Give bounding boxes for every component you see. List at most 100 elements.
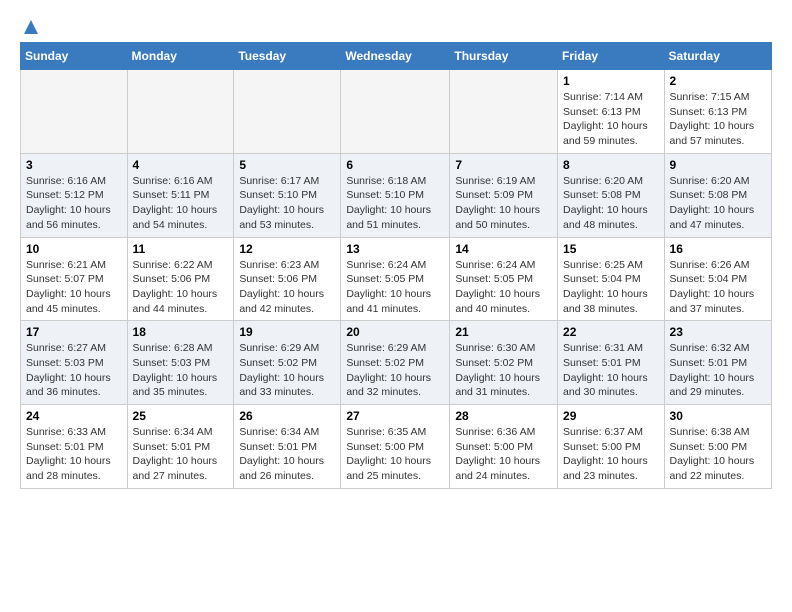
- day-number: 10: [26, 242, 122, 256]
- calendar-cell: 23 Sunrise: 6:32 AM Sunset: 5:01 PM Dayli…: [664, 321, 771, 405]
- calendar-cell: 22 Sunrise: 6:31 AM Sunset: 5:01 PM Dayli…: [558, 321, 665, 405]
- week-row-5: 24 Sunrise: 6:33 AM Sunset: 5:01 PM Dayli…: [21, 405, 772, 489]
- day-number: 22: [563, 325, 659, 339]
- day-info: Sunrise: 6:25 AM Sunset: 5:04 PM Dayligh…: [563, 259, 648, 315]
- weekday-header-wednesday: Wednesday: [341, 43, 450, 70]
- day-info: Sunrise: 6:26 AM Sunset: 5:04 PM Dayligh…: [670, 259, 755, 315]
- calendar-cell: [450, 70, 558, 154]
- calendar-cell: 12 Sunrise: 6:23 AM Sunset: 5:06 PM Dayli…: [234, 237, 341, 321]
- calendar-cell: 28 Sunrise: 6:36 AM Sunset: 5:00 PM Dayli…: [450, 405, 558, 489]
- day-number: 20: [346, 325, 444, 339]
- calendar-cell: 1Sunrise: 7:14 AM Sunset: 6:13 PM Daylig…: [558, 70, 665, 154]
- weekday-header-friday: Friday: [558, 43, 665, 70]
- day-number: 11: [133, 242, 229, 256]
- week-row-3: 10Sunrise: 6:21 AM Sunset: 5:07 PM Dayli…: [21, 237, 772, 321]
- day-info: Sunrise: 6:33 AM Sunset: 5:01 PM Dayligh…: [26, 426, 111, 482]
- day-number: 19: [239, 325, 335, 339]
- calendar-cell: 13 Sunrise: 6:24 AM Sunset: 5:05 PM Dayli…: [341, 237, 450, 321]
- calendar-cell: [341, 70, 450, 154]
- day-number: 23: [670, 325, 766, 339]
- day-info: Sunrise: 6:35 AM Sunset: 5:00 PM Dayligh…: [346, 426, 431, 482]
- day-info: Sunrise: 6:36 AM Sunset: 5:00 PM Dayligh…: [455, 426, 540, 482]
- calendar-cell: 19 Sunrise: 6:29 AM Sunset: 5:02 PM Dayli…: [234, 321, 341, 405]
- calendar-cell: [127, 70, 234, 154]
- day-number: 28: [455, 409, 552, 423]
- day-number: 21: [455, 325, 552, 339]
- day-info: Sunrise: 6:34 AM Sunset: 5:01 PM Dayligh…: [133, 426, 218, 482]
- day-number: 6: [346, 158, 444, 172]
- day-info: Sunrise: 6:24 AM Sunset: 5:05 PM Dayligh…: [346, 259, 431, 315]
- calendar-cell: 6 Sunrise: 6:18 AM Sunset: 5:10 PM Daylig…: [341, 153, 450, 237]
- weekday-header-saturday: Saturday: [664, 43, 771, 70]
- calendar-cell: 4Sunrise: 6:16 AM Sunset: 5:11 PM Daylig…: [127, 153, 234, 237]
- calendar-cell: 11 Sunrise: 6:22 AM Sunset: 5:06 PM Dayli…: [127, 237, 234, 321]
- calendar-cell: 7 Sunrise: 6:19 AM Sunset: 5:09 PM Daylig…: [450, 153, 558, 237]
- day-number: 9: [670, 158, 766, 172]
- calendar-cell: 29 Sunrise: 6:37 AM Sunset: 5:00 PM Dayli…: [558, 405, 665, 489]
- day-number: 12: [239, 242, 335, 256]
- day-number: 26: [239, 409, 335, 423]
- day-number: 5: [239, 158, 335, 172]
- day-number: 13: [346, 242, 444, 256]
- day-info: Sunrise: 6:20 AM Sunset: 5:08 PM Dayligh…: [563, 175, 648, 231]
- calendar-cell: 9Sunrise: 6:20 AM Sunset: 5:08 PM Daylig…: [664, 153, 771, 237]
- day-info: Sunrise: 6:37 AM Sunset: 5:00 PM Dayligh…: [563, 426, 648, 482]
- day-info: Sunrise: 6:16 AM Sunset: 5:12 PM Dayligh…: [26, 175, 111, 231]
- calendar-cell: 21 Sunrise: 6:30 AM Sunset: 5:02 PM Dayli…: [450, 321, 558, 405]
- calendar-cell: 3 Sunrise: 6:16 AM Sunset: 5:12 PM Daylig…: [21, 153, 128, 237]
- calendar-table: SundayMondayTuesdayWednesdayThursdayFrid…: [20, 42, 772, 489]
- calendar-cell: 25 Sunrise: 6:34 AM Sunset: 5:01 PM Dayli…: [127, 405, 234, 489]
- day-number: 8: [563, 158, 659, 172]
- week-row-4: 17Sunrise: 6:27 AM Sunset: 5:03 PM Dayli…: [21, 321, 772, 405]
- day-info: Sunrise: 7:15 AM Sunset: 6:13 PM Dayligh…: [670, 91, 755, 147]
- day-info: Sunrise: 6:38 AM Sunset: 5:00 PM Dayligh…: [670, 426, 755, 482]
- calendar-cell: 5 Sunrise: 6:17 AM Sunset: 5:10 PM Daylig…: [234, 153, 341, 237]
- day-info: Sunrise: 6:29 AM Sunset: 5:02 PM Dayligh…: [239, 342, 324, 398]
- calendar-cell: 30 Sunrise: 6:38 AM Sunset: 5:00 PM Dayli…: [664, 405, 771, 489]
- day-info: Sunrise: 6:19 AM Sunset: 5:09 PM Dayligh…: [455, 175, 540, 231]
- day-number: 16: [670, 242, 766, 256]
- day-number: 29: [563, 409, 659, 423]
- day-number: 27: [346, 409, 444, 423]
- calendar-cell: 8 Sunrise: 6:20 AM Sunset: 5:08 PM Daylig…: [558, 153, 665, 237]
- calendar-cell: [234, 70, 341, 154]
- day-info: Sunrise: 6:31 AM Sunset: 5:01 PM Dayligh…: [563, 342, 648, 398]
- weekday-header-monday: Monday: [127, 43, 234, 70]
- calendar-cell: 15 Sunrise: 6:25 AM Sunset: 5:04 PM Dayli…: [558, 237, 665, 321]
- day-info: Sunrise: 6:18 AM Sunset: 5:10 PM Dayligh…: [346, 175, 431, 231]
- calendar-cell: 27 Sunrise: 6:35 AM Sunset: 5:00 PM Dayli…: [341, 405, 450, 489]
- day-info: Sunrise: 6:30 AM Sunset: 5:02 PM Dayligh…: [455, 342, 540, 398]
- day-info: Sunrise: 6:28 AM Sunset: 5:03 PM Dayligh…: [133, 342, 218, 398]
- day-info: Sunrise: 6:16 AM Sunset: 5:11 PM Dayligh…: [133, 175, 218, 231]
- day-info: Sunrise: 6:29 AM Sunset: 5:02 PM Dayligh…: [346, 342, 431, 398]
- day-info: Sunrise: 6:34 AM Sunset: 5:01 PM Dayligh…: [239, 426, 324, 482]
- weekday-header-thursday: Thursday: [450, 43, 558, 70]
- day-number: 25: [133, 409, 229, 423]
- weekday-header-tuesday: Tuesday: [234, 43, 341, 70]
- day-number: 15: [563, 242, 659, 256]
- day-info: Sunrise: 6:22 AM Sunset: 5:06 PM Dayligh…: [133, 259, 218, 315]
- day-number: 2: [670, 74, 766, 88]
- calendar-cell: 17Sunrise: 6:27 AM Sunset: 5:03 PM Dayli…: [21, 321, 128, 405]
- day-info: Sunrise: 6:32 AM Sunset: 5:01 PM Dayligh…: [670, 342, 755, 398]
- day-info: Sunrise: 6:23 AM Sunset: 5:06 PM Dayligh…: [239, 259, 324, 315]
- day-number: 30: [670, 409, 766, 423]
- calendar-cell: 2 Sunrise: 7:15 AM Sunset: 6:13 PM Daylig…: [664, 70, 771, 154]
- calendar-cell: 20 Sunrise: 6:29 AM Sunset: 5:02 PM Dayli…: [341, 321, 450, 405]
- day-number: 3: [26, 158, 122, 172]
- calendar-cell: 24 Sunrise: 6:33 AM Sunset: 5:01 PM Dayli…: [21, 405, 128, 489]
- week-row-2: 3 Sunrise: 6:16 AM Sunset: 5:12 PM Daylig…: [21, 153, 772, 237]
- logo: [20, 20, 40, 34]
- day-info: Sunrise: 6:17 AM Sunset: 5:10 PM Dayligh…: [239, 175, 324, 231]
- day-number: 24: [26, 409, 122, 423]
- header: [20, 16, 772, 34]
- week-row-1: 1Sunrise: 7:14 AM Sunset: 6:13 PM Daylig…: [21, 70, 772, 154]
- calendar-cell: 10Sunrise: 6:21 AM Sunset: 5:07 PM Dayli…: [21, 237, 128, 321]
- day-info: Sunrise: 7:14 AM Sunset: 6:13 PM Dayligh…: [563, 91, 648, 147]
- day-number: 7: [455, 158, 552, 172]
- day-number: 14: [455, 242, 552, 256]
- day-number: 17: [26, 325, 122, 339]
- calendar-cell: 26 Sunrise: 6:34 AM Sunset: 5:01 PM Dayli…: [234, 405, 341, 489]
- day-number: 18: [133, 325, 229, 339]
- calendar-cell: 14Sunrise: 6:24 AM Sunset: 5:05 PM Dayli…: [450, 237, 558, 321]
